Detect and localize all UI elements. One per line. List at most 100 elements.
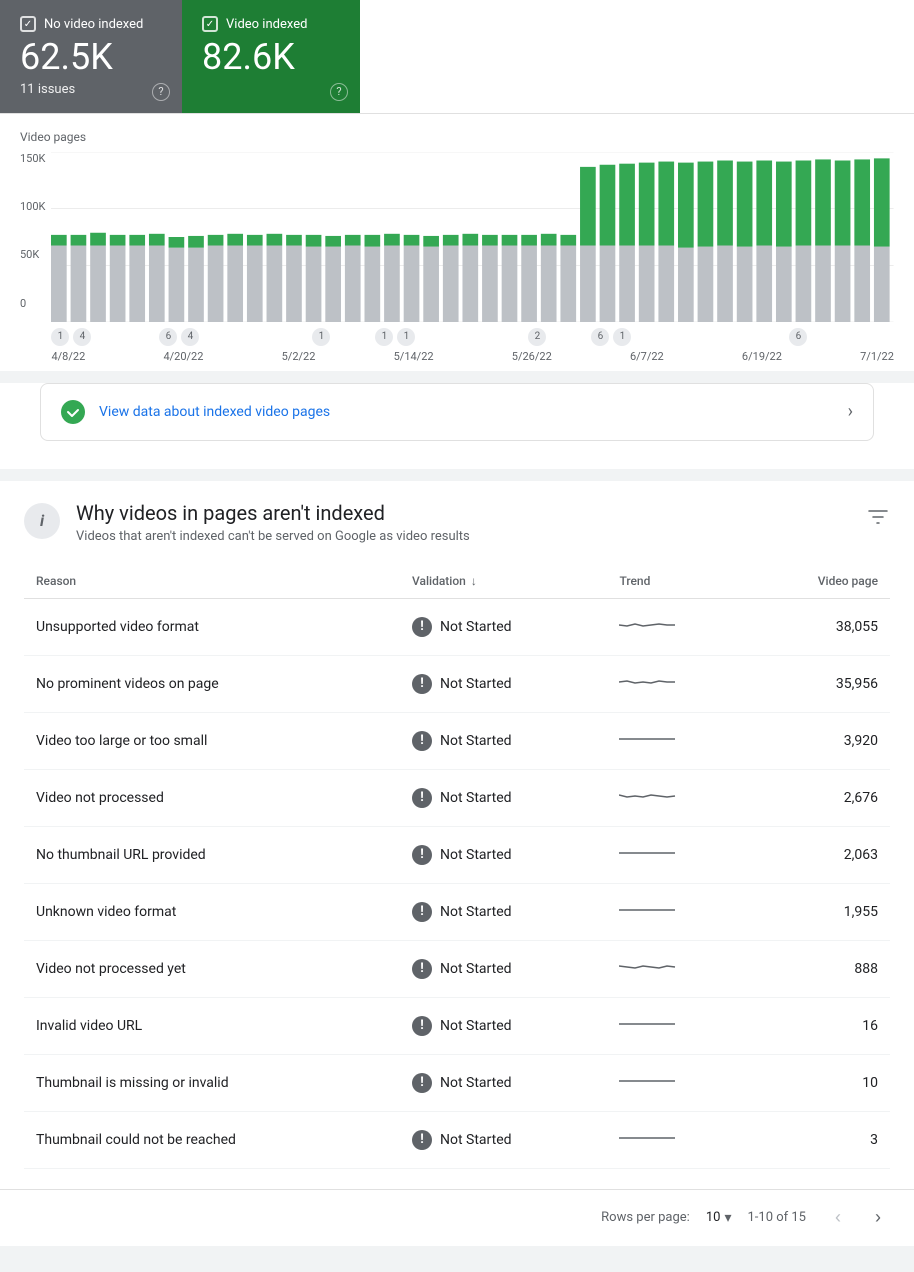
reason-cell: Video not processed yet [24,940,400,997]
trend-cell [607,1054,748,1111]
count-cell: 1,955 [749,883,890,940]
trend-cell [607,598,748,655]
not-started-icon: ! [412,959,432,979]
filter-icon[interactable] [866,501,890,534]
annotation-1d: 1 [397,328,415,346]
video-indexed-help-icon[interactable]: ? [330,83,348,101]
chart-annotations: 1 4 6 4 1 1 1 2 6 1 [51,326,894,348]
table-row[interactable]: Video not processed ! Not Started 2,676 [24,769,890,826]
chart-y-axis: 0 50K 100K 150K [20,152,51,312]
trend-cell [607,940,748,997]
reason-cell: No prominent videos on page [24,655,400,712]
bar-chart-svg [51,152,894,322]
page-info: 1-10 of 15 [747,1210,806,1225]
video-indexed-label: Video indexed [226,17,307,32]
video-indexed-card: ✓ Video indexed 82.6K ? [182,0,360,113]
col-reason: Reason [24,564,400,599]
not-started-text: Not Started [440,961,512,977]
not-started-icon: ! [412,1073,432,1093]
count-cell: 38,055 [749,598,890,655]
y-label-50k: 50K [20,248,45,261]
table-row[interactable]: Thumbnail is missing or invalid ! Not St… [24,1054,890,1111]
validation-cell: ! Not Started [400,940,607,997]
not-started-text: Not Started [440,1132,512,1148]
table-row[interactable]: Video not processed yet ! Not Started 88… [24,940,890,997]
trend-line-svg [619,841,679,865]
x-label-0: 4/8/22 [51,350,85,363]
trend-line-svg [619,1126,679,1150]
prev-page-button[interactable]: ‹ [822,1202,854,1234]
why-subtitle: Videos that aren't indexed can't be serv… [76,529,470,544]
table-row[interactable]: Video too large or too small ! Not Start… [24,712,890,769]
annotation-2: 2 [528,328,546,346]
rows-per-page-dropdown-icon: ▾ [724,1210,731,1226]
count-cell: 35,956 [749,655,890,712]
col-validation[interactable]: Validation ↓ [400,564,607,599]
trend-line-svg [619,613,679,637]
why-section: i Why videos in pages aren't indexed Vid… [0,481,914,1189]
validation-cell: ! Not Started [400,883,607,940]
count-cell: 3,920 [749,712,890,769]
not-started-icon: ! [412,1130,432,1150]
trend-line-svg [619,727,679,751]
not-started-text: Not Started [440,904,512,920]
not-started-text: Not Started [440,1018,512,1034]
not-started-icon: ! [412,788,432,808]
y-label-150k: 150K [20,152,45,165]
not-started-icon: ! [412,1016,432,1036]
not-started-icon: ! [412,731,432,751]
info-icon: i [24,503,60,539]
chart-bars-container: 1 4 6 4 1 1 1 2 6 1 [51,152,894,363]
video-indexed-value: 82.6K [202,38,340,78]
count-cell: 16 [749,997,890,1054]
trend-line-svg [619,1069,679,1093]
next-page-button[interactable]: › [862,1202,894,1234]
why-title: Why videos in pages aren't indexed [76,501,470,525]
table-row[interactable]: Unsupported video format ! Not Started 3… [24,598,890,655]
col-video-page: Video page [749,564,890,599]
chart-wrapper: 0 50K 100K 150K [20,152,894,363]
table-row[interactable]: Invalid video URL ! Not Started 16 [24,997,890,1054]
trend-line-svg [619,1012,679,1036]
rows-per-page-label: Rows per page: [601,1210,690,1225]
y-label-0: 0 [20,297,45,310]
not-started-text: Not Started [440,1075,512,1091]
table-row[interactable]: Thumbnail could not be reached ! Not Sta… [24,1111,890,1168]
count-cell: 2,676 [749,769,890,826]
y-label-100k: 100K [20,200,45,213]
table-row[interactable]: No thumbnail URL provided ! Not Started … [24,826,890,883]
reason-cell: Invalid video URL [24,997,400,1054]
not-started-text: Not Started [440,733,512,749]
count-cell: 3 [749,1111,890,1168]
trend-cell [607,655,748,712]
validation-cell: ! Not Started [400,712,607,769]
reason-cell: Video not processed [24,769,400,826]
table-row[interactable]: No prominent videos on page ! Not Starte… [24,655,890,712]
trend-cell [607,997,748,1054]
rows-per-page-select[interactable]: 10 ▾ [706,1210,732,1226]
annotation-1: 1 [51,328,69,346]
chart-x-labels: 4/8/22 4/20/22 5/2/22 5/14/22 5/26/22 6/… [51,348,894,363]
video-indexed-header: ✓ Video indexed [202,16,340,32]
reason-cell: Thumbnail could not be reached [24,1111,400,1168]
trend-line-svg [619,898,679,922]
validation-cell: ! Not Started [400,1054,607,1111]
annotation-6b: 6 [591,328,609,346]
not-started-icon: ! [412,845,432,865]
no-video-header: ✓ No video indexed [20,16,162,32]
not-started-text: Not Started [440,676,512,692]
trend-line-svg [619,955,679,979]
view-data-check-icon [61,400,85,424]
chart-section: Video pages 0 50K 100K 150K [0,114,914,371]
why-header: i Why videos in pages aren't indexed Vid… [24,501,890,544]
table-row[interactable]: Unknown video format ! Not Started 1,955 [24,883,890,940]
no-video-help-icon[interactable]: ? [152,83,170,101]
trend-line-svg [619,670,679,694]
x-label-5: 6/7/22 [630,350,664,363]
view-data-card[interactable]: View data about indexed video pages › [40,383,874,441]
annotation-6a: 6 [159,328,177,346]
why-text-block: Why videos in pages aren't indexed Video… [76,501,470,544]
stats-row: ✓ No video indexed 62.5K 11 issues ? ✓ V… [0,0,914,114]
count-cell: 10 [749,1054,890,1111]
annotation-1e: 1 [613,328,631,346]
